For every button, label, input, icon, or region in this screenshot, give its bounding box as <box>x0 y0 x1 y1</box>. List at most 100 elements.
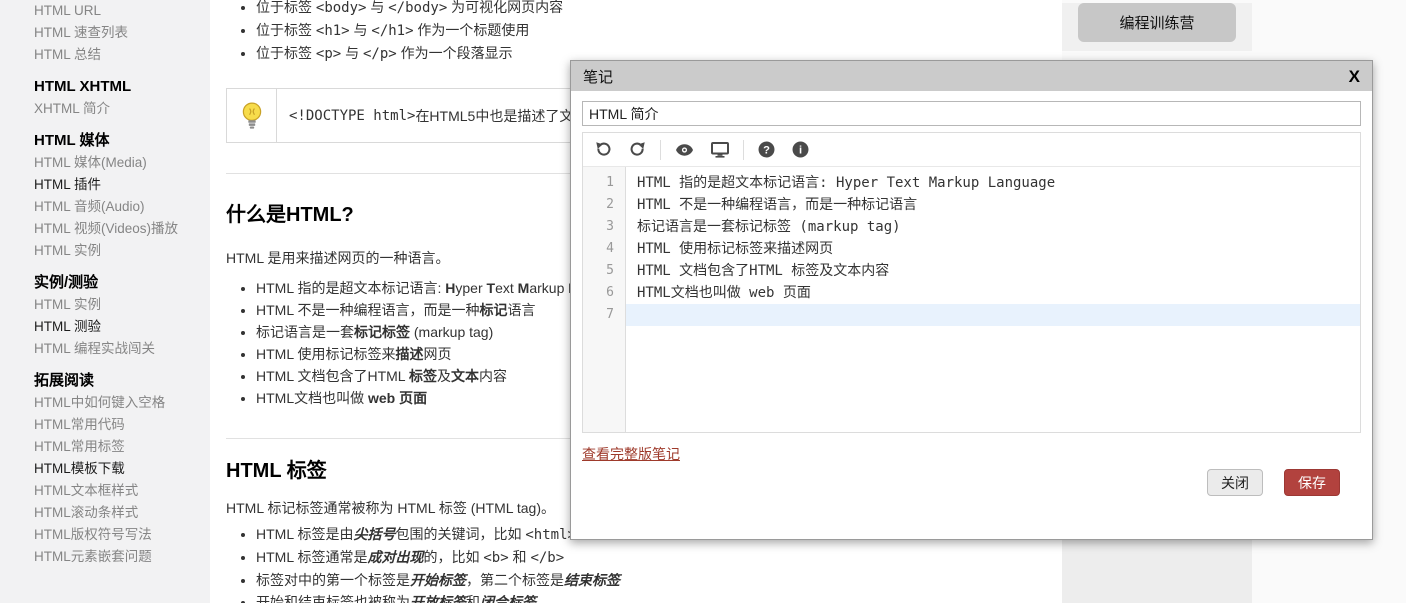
sidebar-item[interactable]: HTML常用代码 <box>34 414 210 436</box>
list-item: HTML 标签通常是成对出现的，比如 <b> 和 </b> <box>256 546 1042 569</box>
sidebar-item[interactable]: HTML URL <box>34 0 210 22</box>
sidebar-item[interactable]: HTML 视频(Videos)播放 <box>34 218 210 240</box>
sidebar-item[interactable]: HTML 速查列表 <box>34 22 210 44</box>
modal-title: 笔记 <box>583 66 1349 87</box>
undo-icon[interactable] <box>595 141 612 158</box>
text-run: 描述 <box>395 346 423 362</box>
text-run: </p> <box>363 46 397 62</box>
line-number-gutter: 1234567 <box>583 167 626 432</box>
coding-camp-button[interactable]: 编程训练营 <box>1078 3 1236 42</box>
text-run: 位于标签 <box>256 22 316 38</box>
help-icon[interactable]: ? <box>758 141 775 158</box>
close-button[interactable]: 关闭 <box>1207 469 1263 496</box>
text-run: 标记 <box>479 302 507 318</box>
text-run: 文本 <box>451 368 479 384</box>
svg-text:?: ? <box>763 144 770 156</box>
list-item: 标签对中的第一个标签是开始标签，第二个标签是结束标签 <box>256 569 1042 591</box>
text-run: 作为一个标题使用 <box>414 22 530 38</box>
text-run: 包围的关键词，比如 <box>395 526 525 542</box>
sidebar-item[interactable]: HTML 音频(Audio) <box>34 196 210 218</box>
modal-button-row: 关闭 保存 <box>582 469 1361 496</box>
code-line[interactable]: HTML 指的是超文本标记语言: Hyper Text Markup Langu… <box>626 172 1360 194</box>
code-line[interactable]: HTML 不是一种编程语言，而是一种标记语言 <box>626 194 1360 216</box>
text-run: 与 <box>341 45 363 61</box>
text-run: 开放标签 <box>410 594 466 603</box>
text-run: 的，比如 <box>423 549 483 565</box>
sidebar-item[interactable]: HTML模板下载 <box>34 458 210 480</box>
text-run: ext <box>495 280 518 296</box>
note-title-input[interactable] <box>582 101 1361 126</box>
text-run: <h1> <box>316 23 350 39</box>
text-run: T <box>487 280 496 296</box>
modal-body: ? i 1234567 HTML 指的是超文本标记语言: Hyper Text … <box>571 91 1372 496</box>
sidebar-item[interactable]: HTML 测验 <box>34 316 210 338</box>
svg-text:i: i <box>799 144 802 156</box>
fullscreen-monitor-icon[interactable] <box>711 142 729 158</box>
line-number: 2 <box>583 194 625 216</box>
sidebar-item[interactable]: HTML元素嵌套问题 <box>34 546 210 568</box>
text-run: 闭合标签 <box>480 594 536 603</box>
sidebar-item[interactable]: HTML文本框样式 <box>34 480 210 502</box>
line-number: 5 <box>583 260 625 282</box>
sidebar-item[interactable]: HTML 实例 <box>34 240 210 262</box>
sidebar-section-header: HTML 媒体 <box>34 130 210 152</box>
sidebar-item[interactable]: HTML滚动条样式 <box>34 502 210 524</box>
text-run: 位于标签 <box>256 0 316 15</box>
toolbar-separator <box>743 140 744 160</box>
editor-toolbar: ? i <box>583 133 1360 167</box>
code-line[interactable]: HTML文档也叫做 web 页面 <box>626 282 1360 304</box>
code-line[interactable] <box>626 304 1360 326</box>
doctype-structure-list: 位于标签 <body> 与 </body> 为可视化网页内容位于标签 <h1> … <box>226 0 1042 65</box>
code-line[interactable]: HTML 文档包含了HTML 标签及文本内容 <box>626 260 1360 282</box>
code-line[interactable]: HTML 使用标记标签来描述网页 <box>626 238 1360 260</box>
sidebar-item[interactable]: HTML版权符号写法 <box>34 524 210 546</box>
sidebar-item[interactable]: HTML 媒体(Media) <box>34 152 210 174</box>
text-run: HTML 使用标记标签来 <box>256 346 395 362</box>
info-icon[interactable]: i <box>792 141 809 158</box>
text-run: M <box>518 280 530 296</box>
text-run: 语言 <box>507 302 535 318</box>
text-run: <b> <box>483 550 508 566</box>
save-button[interactable]: 保存 <box>1284 469 1340 496</box>
text-run: 标记语言是一套 <box>256 324 354 340</box>
close-icon[interactable]: X <box>1349 68 1360 85</box>
code-text-area[interactable]: HTML 指的是超文本标记语言: Hyper Text Markup Langu… <box>626 167 1360 432</box>
sidebar-section-header: 实例/测验 <box>34 272 210 294</box>
text-run: HTML文档也叫做 <box>256 390 368 406</box>
toolbar-separator <box>660 140 661 160</box>
text-run: HTML 文档包含了HTML <box>256 368 409 384</box>
note-editor: ? i 1234567 HTML 指的是超文本标记语言: Hyper Text … <box>582 132 1361 433</box>
sidebar-item[interactable]: HTML 总结 <box>34 44 210 66</box>
text-run: </h1> <box>371 23 413 39</box>
text-run: yper <box>455 280 486 296</box>
modal-titlebar: 笔记 X <box>571 61 1372 91</box>
sidebar-section-header: 拓展阅读 <box>34 370 210 392</box>
sidebar-item[interactable]: XHTML 简介 <box>34 98 210 120</box>
text-run: HTML 标签通常是 <box>256 549 367 565</box>
line-number: 6 <box>583 282 625 304</box>
sidebar: HTML URLHTML 速查列表HTML 总结 HTML XHTMLXHTML … <box>0 0 210 603</box>
text-run: ，第二个标签是 <box>466 572 564 588</box>
preview-eye-icon[interactable] <box>675 143 694 157</box>
text-run: 标签 <box>409 368 437 384</box>
camp-box: 编程训练营 <box>1062 3 1252 51</box>
code-line[interactable]: 标记语言是一套标记标签 (markup tag) <box>626 216 1360 238</box>
view-full-notes-link[interactable]: 查看完整版笔记 <box>582 444 680 464</box>
text-run: 与 <box>350 22 372 38</box>
text-run: 及 <box>437 368 451 384</box>
sidebar-section-header: HTML XHTML <box>34 76 210 98</box>
sidebar-item[interactable]: HTML常用标签 <box>34 436 210 458</box>
sidebar-item[interactable]: HTML中如何键入空格 <box>34 392 210 414</box>
text-run: 标记标签 <box>354 324 410 340</box>
sidebar-item[interactable]: HTML 插件 <box>34 174 210 196</box>
text-run: 结束标签 <box>564 572 620 588</box>
sidebar-item[interactable]: HTML 实例 <box>34 294 210 316</box>
list-item: 开始和结束标签也被称为开放标签和闭合标签 <box>256 591 1042 603</box>
text-run: <body> <box>316 0 367 16</box>
sidebar-item[interactable]: HTML 编程实战闯关 <box>34 338 210 360</box>
text-run: 网页 <box>423 346 451 362</box>
editor-area: 1234567 HTML 指的是超文本标记语言: Hyper Text Mark… <box>583 167 1360 432</box>
text-run: HTML 指的是超文本标记语言: <box>256 280 445 296</box>
redo-icon[interactable] <box>629 141 646 158</box>
notes-modal: 笔记 X <box>570 60 1373 540</box>
